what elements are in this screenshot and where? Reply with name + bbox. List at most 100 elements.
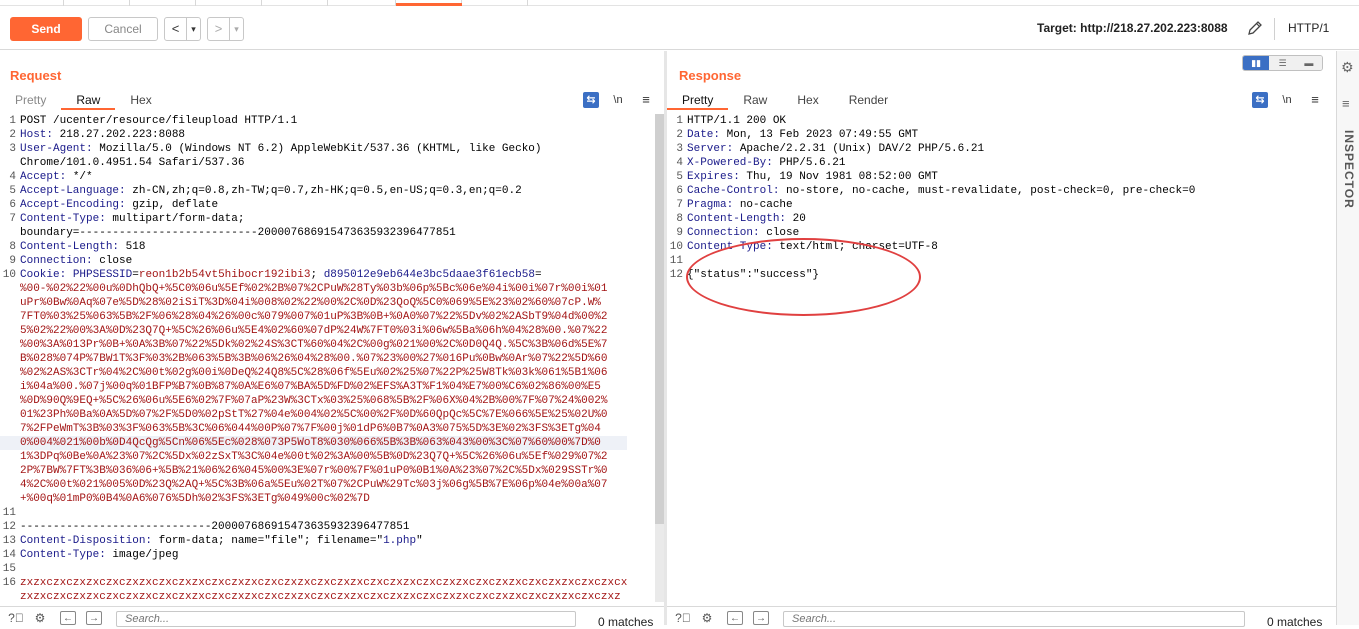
code-line[interactable]: 7 Content-Type: multipart/form-data;: [0, 212, 627, 226]
code-line[interactable]: 1 POST /ucenter/resource/fileupload HTTP/…: [0, 114, 627, 128]
code-line[interactable]: %02%2AS%3CTr%04%2C%00t%02g%00i%0DeQ%24Q8…: [0, 366, 627, 380]
code-line[interactable]: 1%3DPq%0Be%0A%23%07%2C%5Dx%02zSxT%3C%04e…: [0, 450, 627, 464]
newline-toggle[interactable]: \n: [610, 92, 626, 108]
tab-response-pretty[interactable]: Pretty: [667, 90, 729, 110]
code-line[interactable]: 6 Cache-Control: no-store, no-cache, must…: [667, 184, 1195, 198]
request-scrollbar[interactable]: [655, 114, 664, 602]
code-token: B%028%074P%7BW1T%3F%03%2B%063%5B%3B%06%2…: [20, 353, 608, 365]
hamburger-icon[interactable]: ≡: [1307, 92, 1323, 108]
code-line[interactable]: 7%2FPeWmT%3B%03%3F%063%5B%3C%06%044%00P%…: [0, 422, 627, 436]
tab-response-hex[interactable]: Hex: [782, 90, 833, 110]
line-number: 2: [676, 129, 683, 141]
code-line[interactable]: 5 Accept-Language: zh-CN,zh;q=0.8,zh-TW;q…: [0, 184, 627, 198]
code-line[interactable]: 01%23Ph%0Ba%0A%5D%07%2F%5D0%02pStT%27%04…: [0, 408, 627, 422]
tab-response-render[interactable]: Render: [834, 90, 903, 110]
hamburger-icon[interactable]: ≡: [1342, 96, 1350, 111]
code-line[interactable]: uPr%0Bw%0Aq%07e%5D%28%02iSiT%3D%04i%008%…: [0, 296, 627, 310]
tab-request-raw[interactable]: Raw: [61, 90, 116, 110]
code-line[interactable]: 6 Accept-Encoding: gzip, deflate: [0, 198, 627, 212]
tab-response-raw[interactable]: Raw: [728, 90, 782, 110]
code-line[interactable]: +%00q%01mP0%0B4%0A6%076%5Dh%02%3FS%3ETg%…: [0, 492, 627, 506]
code-line[interactable]: 2 Date: Mon, 13 Feb 2023 07:49:55 GMT: [667, 128, 1195, 142]
code-token: form-data; name="file"; filename=": [152, 535, 384, 547]
code-line[interactable]: 5 Expires: Thu, 19 Nov 1981 08:52:00 GMT: [667, 170, 1195, 184]
search-prev-button[interactable]: ←: [60, 611, 76, 625]
code-line[interactable]: 16 zxzxczxczxzxczxczxzxczxczxzxczxczxzxcz…: [0, 576, 628, 590]
code-line[interactable]: boundary=---------------------------2000…: [0, 226, 627, 240]
wrap-icon[interactable]: ⇆: [583, 92, 599, 108]
layout-tabs-button[interactable]: ▬: [1295, 56, 1322, 70]
code-token: Cookie:: [20, 269, 67, 281]
line-text: 7%2FPeWmT%3B%03%3F%063%5B%3C%06%044%00P%…: [20, 422, 601, 436]
code-line[interactable]: 15: [0, 562, 627, 576]
tab-request-pretty[interactable]: Pretty: [0, 90, 61, 110]
line-number: 14: [2, 549, 16, 561]
help-icon[interactable]: ?⃝: [675, 611, 691, 625]
back-history-dropdown[interactable]: ▾: [187, 18, 200, 40]
gear-icon[interactable]: ⚙: [699, 611, 715, 625]
gear-icon[interactable]: ⚙: [32, 611, 48, 625]
search-next-button[interactable]: →: [753, 611, 769, 625]
code-line[interactable]: 11: [0, 506, 627, 520]
code-line[interactable]: 5%02%22%00%3A%0D%23Q7Q+%5C%26%06u%5E4%02…: [0, 324, 627, 338]
http-version-toggle[interactable]: HTTP/1: [1288, 21, 1329, 35]
code-line[interactable]: 0%004%021%00b%0D4QcQg%5Cn%06%5Ec%028%073…: [0, 436, 628, 450]
code-line[interactable]: 3 User-Agent: Mozilla/5.0 (Windows NT 6.2…: [0, 142, 627, 156]
hamburger-icon[interactable]: ≡: [638, 92, 654, 108]
code-line[interactable]: 12 -----------------------------200007686…: [0, 520, 627, 534]
forward-history-dropdown[interactable]: ▾: [230, 18, 243, 40]
code-line[interactable]: zxzxczxczxzxczxczxzxczxczxzxczxczxzxczxc…: [0, 590, 627, 604]
code-line[interactable]: 13 Content-Disposition: form-data; name="…: [0, 534, 627, 548]
cancel-button[interactable]: Cancel: [88, 17, 158, 41]
code-line[interactable]: 7FT0%03%25%063%5B%2F%06%28%04%26%00c%079…: [0, 310, 627, 324]
code-line[interactable]: 1 HTTP/1.1 200 OK: [667, 114, 1195, 128]
code-token: zxzxczxczxzxczxczxzxczxczxzxczxczxzxczxc…: [20, 577, 628, 589]
code-token: ": [416, 535, 423, 547]
code-line[interactable]: 8 Content-Length: 20: [667, 212, 1195, 226]
code-line[interactable]: 9 Connection: close: [0, 254, 627, 268]
code-line[interactable]: %0D%90Q%9EQ+%5C%26%06u%5E6%02%7F%07aP%23…: [0, 394, 627, 408]
back-button[interactable]: <: [165, 18, 187, 40]
code-line[interactable]: B%028%074P%7BW1T%3F%03%2B%063%5B%3B%06%2…: [0, 352, 627, 366]
code-line[interactable]: 10 Cookie: PHPSESSID=reon1b2b54vt5hibocr1…: [0, 268, 627, 282]
code-line[interactable]: 3 Server: Apache/2.2.31 (Unix) DAV/2 PHP/…: [667, 142, 1195, 156]
layout-side-by-side-button[interactable]: ▮▮: [1243, 56, 1270, 70]
pencil-icon[interactable]: [1245, 18, 1265, 38]
layout-stacked-button[interactable]: ☰: [1269, 56, 1296, 70]
code-token: 0%004%021%00b%0D4QcQg%5Cn%06%5Ec%028%073…: [20, 437, 601, 449]
forward-button[interactable]: >: [208, 18, 230, 40]
search-next-button[interactable]: →: [86, 611, 102, 625]
code-line[interactable]: 7 Pragma: no-cache: [667, 198, 1195, 212]
line-text: %00-%02%22%00u%0DhQbQ+%5C0%06u%5Ef%02%2B…: [20, 282, 608, 296]
inspector-label[interactable]: INSPECTOR: [1342, 130, 1356, 209]
line-number: 2: [9, 129, 16, 141]
response-pane: Response Pretty Raw Hex Render ⇆ \n ≡ 1H…: [667, 51, 1336, 629]
code-line[interactable]: 8 Content-Length: 518: [0, 240, 627, 254]
code-line[interactable]: %00-%02%22%00u%0DhQbQ+%5C0%06u%5Ef%02%2B…: [0, 282, 627, 296]
code-line[interactable]: 14 Content-Type: image/jpeg: [0, 548, 627, 562]
request-scrollbar-thumb[interactable]: [655, 114, 664, 524]
code-line[interactable]: 4 Accept: */*: [0, 170, 627, 184]
line-number: 3: [676, 143, 683, 155]
code-line[interactable]: i%04a%00.%07j%00q%01BFP%B7%0B%87%0A%E6%0…: [0, 380, 627, 394]
help-icon[interactable]: ?⃝: [8, 611, 24, 625]
code-line[interactable]: 2P%7BW%7FT%3B%036%06+%5B%21%06%26%045%00…: [0, 464, 627, 478]
request-editor[interactable]: 1 POST /ucenter/resource/fileupload HTTP/…: [0, 114, 628, 604]
code-line[interactable]: 2 Host: 218.27.202.223:8088: [0, 128, 627, 142]
code-line[interactable]: Chrome/101.0.4951.54 Safari/537.36: [0, 156, 627, 170]
code-line[interactable]: 4%2C%00t%021%005%0D%23Q%2AQ+%5C%3B%06a%5…: [0, 478, 627, 492]
code-line[interactable]: 9 Connection: close: [667, 226, 1195, 240]
line-number: [0, 394, 20, 408]
newline-toggle[interactable]: \n: [1279, 92, 1295, 108]
line-number: 1: [676, 115, 683, 127]
code-token: 518: [119, 241, 146, 253]
code-line[interactable]: %00%3A%013Pr%0B+%0A%3B%07%22%5Dk%02%24S%…: [0, 338, 627, 352]
wrap-icon[interactable]: ⇆: [1252, 92, 1268, 108]
send-button[interactable]: Send: [10, 17, 82, 41]
gear-icon[interactable]: ⚙: [1341, 59, 1354, 76]
line-number: 9: [676, 227, 683, 239]
search-prev-button[interactable]: ←: [727, 611, 743, 625]
code-line[interactable]: 4 X-Powered-By: PHP/5.6.21: [667, 156, 1195, 170]
code-token: i%04a%00.%07j%00q%01BFP%B7%0B%87%0A%E6%0…: [20, 381, 601, 393]
tab-request-hex[interactable]: Hex: [115, 90, 166, 110]
